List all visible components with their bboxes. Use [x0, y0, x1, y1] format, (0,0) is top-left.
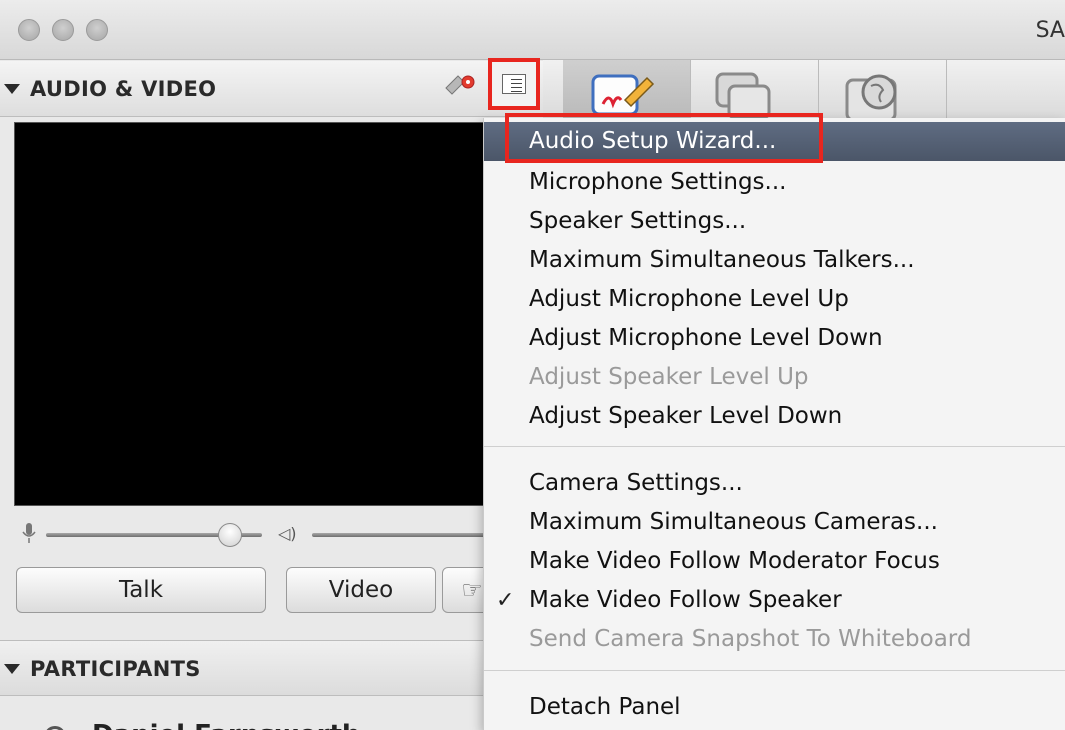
- menu-item-detach-panel[interactable]: Detach Panel: [484, 688, 1065, 727]
- menu-item-send-camera-snapshot-to-whiteboard: Send Camera Snapshot To Whiteboard: [529, 626, 972, 652]
- menu-item-adjust-microphone-level-down[interactable]: Adjust Microphone Level Down: [484, 319, 1065, 358]
- menu-item-make-video-follow-speaker[interactable]: ✓ Make Video Follow Speaker: [484, 581, 1065, 620]
- collapse-triangle-icon[interactable]: [4, 84, 20, 94]
- title-bar: SA: [0, 0, 1065, 60]
- tab-application-sharing[interactable]: [691, 60, 819, 120]
- speaker-level-slider[interactable]: [312, 533, 492, 537]
- menu-item-maximum-simultaneous-cameras[interactable]: Maximum Simultaneous Cameras...: [484, 503, 1065, 542]
- participants-panel-header[interactable]: PARTICIPANTS: [0, 640, 500, 696]
- audio-level-sliders: ◁): [0, 516, 492, 552]
- video-button[interactable]: Video: [286, 567, 436, 613]
- application-sharing-icon: [715, 72, 771, 120]
- list-menu-icon: [502, 74, 526, 94]
- audio-video-options-menu: Audio Setup Wizard... Microphone Setting…: [483, 118, 1065, 730]
- zoom-window-button[interactable]: [86, 19, 108, 41]
- checkmark-icon: ✓: [496, 588, 515, 613]
- audio-video-options-menu-button[interactable]: [488, 58, 540, 110]
- audio-video-title: AUDIO & VIDEO: [4, 77, 216, 101]
- tab-whiteboard[interactable]: [563, 60, 691, 120]
- participant-list-item[interactable]: Daniel Farnsworth: [20, 702, 490, 730]
- minimize-window-button[interactable]: [52, 19, 74, 41]
- whiteboard-icon: [591, 74, 655, 116]
- menu-item-maximum-simultaneous-talkers[interactable]: Maximum Simultaneous Talkers...: [484, 241, 1065, 280]
- tab-web-tour[interactable]: [819, 60, 947, 122]
- menu-item-adjust-speaker-level-down[interactable]: Adjust Speaker Level Down: [484, 397, 1065, 436]
- speaker-volume-icon: ◁): [278, 524, 297, 543]
- menu-item-speaker-settings[interactable]: Speaker Settings...: [484, 202, 1065, 241]
- menu-item-camera-settings[interactable]: Camera Settings...: [484, 464, 1065, 503]
- menu-separator: [484, 446, 1065, 447]
- menu-item-microphone-settings[interactable]: Microphone Settings...: [484, 163, 1065, 202]
- video-display-area: [14, 122, 486, 506]
- menu-item-make-video-follow-moderator-focus[interactable]: Make Video Follow Moderator Focus: [484, 542, 1065, 581]
- menu-item-adjust-speaker-level-up: Adjust Speaker Level Up: [529, 364, 809, 390]
- content-tab-strip: [543, 60, 1065, 122]
- annotation-highlight-box: [505, 113, 823, 163]
- participants-title: PARTICIPANTS: [4, 657, 201, 681]
- web-tour-globe-icon: [845, 74, 897, 122]
- audio-tools-icon[interactable]: [444, 72, 478, 98]
- window-title: SA: [1035, 18, 1065, 43]
- talk-button[interactable]: Talk: [16, 567, 266, 613]
- close-window-button[interactable]: [18, 19, 40, 41]
- menu-separator: [484, 670, 1065, 671]
- participant-status-icon: [44, 726, 66, 730]
- collapse-triangle-icon[interactable]: [4, 664, 20, 674]
- participant-name: Daniel Farnsworth: [92, 720, 360, 730]
- microphone-slider-knob[interactable]: [218, 523, 242, 547]
- hand-raise-icon: ☞: [461, 576, 483, 604]
- menu-item-label: Make Video Follow Speaker: [529, 587, 842, 613]
- microphone-icon: [22, 523, 36, 543]
- menu-item-adjust-microphone-level-up[interactable]: Adjust Microphone Level Up: [484, 280, 1065, 319]
